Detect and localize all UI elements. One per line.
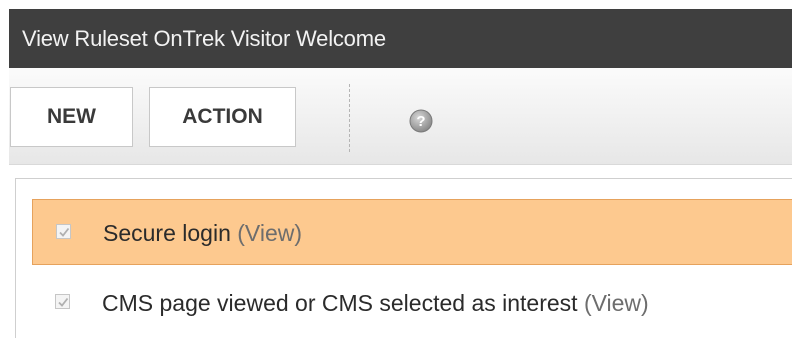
svg-text:?: ? bbox=[416, 113, 425, 130]
window-title: View Ruleset OnTrek Visitor Welcome bbox=[9, 9, 792, 68]
rule-label: CMS page viewed or CMS selected as inter… bbox=[102, 290, 578, 316]
rule-text: CMS page viewed or CMS selected as inter… bbox=[102, 270, 649, 336]
rule-row[interactable]: Secure login (View) bbox=[32, 199, 792, 265]
rule-row[interactable]: CMS page viewed or CMS selected as inter… bbox=[32, 270, 792, 336]
ruleset-view-page: View Ruleset OnTrek Visitor Welcome NEW … bbox=[0, 0, 792, 338]
toolbar: NEW ACTION ? bbox=[9, 68, 792, 165]
new-button[interactable]: NEW bbox=[10, 87, 133, 147]
help-icon[interactable]: ? bbox=[409, 109, 433, 133]
toolbar-separator bbox=[349, 84, 350, 152]
checkmark-icon bbox=[58, 297, 69, 307]
rule-text: Secure login (View) bbox=[103, 200, 302, 266]
view-link[interactable]: (View) bbox=[237, 220, 302, 246]
rule-checkbox[interactable] bbox=[56, 224, 71, 239]
rule-label: Secure login bbox=[103, 220, 231, 246]
checkmark-icon bbox=[59, 227, 70, 237]
action-button[interactable]: ACTION bbox=[149, 87, 296, 147]
rule-checkbox[interactable] bbox=[55, 294, 70, 309]
view-link[interactable]: (View) bbox=[584, 290, 649, 316]
